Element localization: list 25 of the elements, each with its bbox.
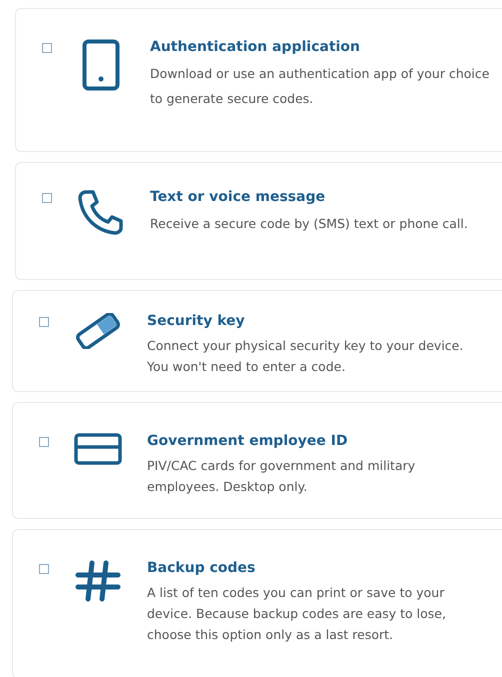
- option-description: Receive a secure code by (SMS) text or phone call.: [150, 215, 469, 233]
- option-title: Text or voice message: [150, 189, 326, 205]
- option-card[interactable]: Authentication application Download or use an authentication app of your choice to generate secure codes.: [15, 8, 502, 152]
- phone-icon: [78, 189, 124, 235]
- option-title: Government employee ID: [147, 433, 349, 449]
- hash-icon: [75, 560, 121, 602]
- option-title: Authentication application: [150, 39, 362, 55]
- option-card[interactable]: Government employee ID PIV/CAC cards for government and military employees. Desktop only.: [12, 402, 502, 519]
- option-card[interactable]: Text or voice message Receive a secure code by (SMS) text or phone call.: [15, 162, 502, 280]
- option-description: Download or use an authentication app of your choice to generate secure codes.: [150, 65, 490, 108]
- checkbox[interactable]: [42, 43, 52, 53]
- option-title: Backup codes: [147, 560, 256, 576]
- option-card[interactable]: Backup codes A list of ten codes you can print or save to your device. Because backup codes are easy to lose, choose this option only as a last resort.: [12, 529, 502, 677]
- option-description: PIV/CAC cards for government and military employees. Desktop only.: [147, 457, 416, 496]
- checkbox[interactable]: [42, 193, 52, 203]
- id-card-icon: [74, 433, 122, 465]
- option-description: A list of ten codes you can print or save to your device. Because backup codes are easy to lose, choose this option only as a last resort.: [147, 584, 447, 644]
- checkbox[interactable]: [39, 564, 49, 574]
- option-description: Connect your physical security key to your device. You won't need to enter a code.: [147, 337, 464, 376]
- security-key-icon: [73, 313, 123, 349]
- checkbox[interactable]: [39, 437, 49, 447]
- option-card[interactable]: Security key Connect your physical security key to your device. You won't need to enter a code.: [12, 290, 502, 392]
- tablet-icon: [82, 39, 120, 91]
- checkbox[interactable]: [39, 317, 49, 327]
- option-title: Security key: [147, 313, 246, 329]
